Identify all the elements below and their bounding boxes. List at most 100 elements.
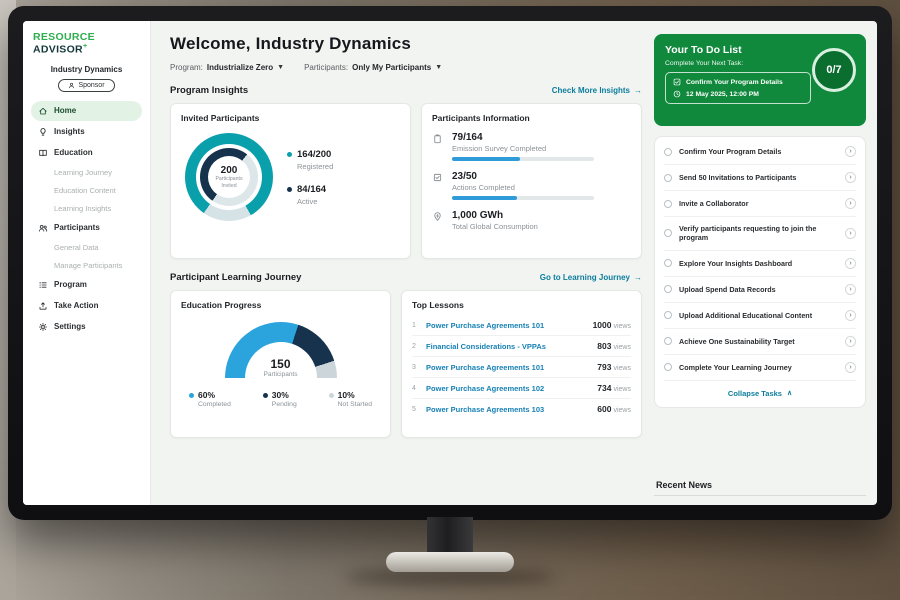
invited-donut-ring-inner: 200 Participants Invited <box>200 148 258 206</box>
chevron-right-icon[interactable]: › <box>845 228 856 239</box>
chevron-down-icon: ▼ <box>277 64 284 71</box>
chevron-right-icon[interactable]: › <box>845 198 856 209</box>
sidebar-item-participants[interactable]: Participants <box>31 218 142 238</box>
monitor-stand-neck <box>427 517 473 557</box>
chevron-right-icon[interactable]: › <box>845 172 856 183</box>
collapse-tasks-button[interactable]: Collapse Tasks ∧ <box>664 381 856 405</box>
education-gauge-chart: 150 Participants <box>225 322 337 378</box>
sidebar-item-label: Program <box>54 280 87 289</box>
task-row[interactable]: Upload Additional Educational Content › <box>664 303 856 329</box>
task-checkbox[interactable] <box>664 229 672 237</box>
sidebar-item-education[interactable]: Education <box>31 143 142 163</box>
task-row[interactable]: Invite a Collaborator › <box>664 191 856 217</box>
task-checkbox[interactable] <box>664 337 672 345</box>
lesson-row: 3 Power Purchase Agreements 101 793views <box>412 357 631 378</box>
sidebar-item-learning-insights[interactable]: Learning Insights <box>31 200 142 217</box>
lesson-title-link[interactable]: Power Purchase Agreements 101 <box>426 321 586 330</box>
stat-label: Total Global Consumption <box>452 222 538 231</box>
chevron-down-icon: ▼ <box>435 64 442 71</box>
donut-hole: 200 Participants Invited <box>196 144 262 210</box>
next-task-box[interactable]: Confirm Your Program Details 12 May 2025… <box>665 72 811 104</box>
go-to-learning-journey-link[interactable]: Go to Learning Journey → <box>540 273 642 282</box>
filters-row: Program: Industrialize Zero ▼ Participan… <box>170 63 642 72</box>
sidebar-item-manage-participants[interactable]: Manage Participants <box>31 257 142 274</box>
task-row[interactable]: Send 50 Invitations to Participants › <box>664 165 856 191</box>
task-row[interactable]: Explore Your Insights Dashboard › <box>664 251 856 277</box>
sidebar-item-program[interactable]: Program <box>31 275 142 295</box>
sidebar-item-take-action[interactable]: Take Action <box>31 296 142 316</box>
legend-label: Active <box>297 197 333 206</box>
task-checkbox[interactable] <box>664 174 672 182</box>
stat-label: Actions Completed <box>452 183 594 192</box>
sidebar-item-label: Participants <box>54 223 100 232</box>
sidebar-item-settings[interactable]: Settings <box>31 317 142 337</box>
task-label: Send 50 Invitations to Participants <box>679 173 838 182</box>
task-checkbox[interactable] <box>664 363 672 371</box>
sidebar-item-label: Education <box>54 148 93 157</box>
legend-item: 84/164 Active <box>287 184 333 206</box>
stat-value: 1,000 GWh <box>452 210 538 221</box>
legend-item: 10% Not Started <box>329 390 372 408</box>
sponsor-label: Sponsor <box>78 82 104 89</box>
chevron-right-icon[interactable]: › <box>845 284 856 295</box>
chevron-right-icon[interactable]: › <box>845 336 856 347</box>
lesson-title-link[interactable]: Power Purchase Agreements 102 <box>426 384 590 393</box>
card-title: Invited Participants <box>181 113 400 123</box>
lesson-row: 5 Power Purchase Agreements 103 600views <box>412 399 631 419</box>
energy-pin-icon <box>432 210 444 231</box>
lightbulb-icon <box>38 127 48 137</box>
task-row[interactable]: Complete Your Learning Journey › <box>664 355 856 381</box>
legend-item: 164/200 Registered <box>287 149 333 171</box>
sidebar-item-label: Home <box>54 106 76 115</box>
task-row[interactable]: Verify participants requesting to join t… <box>664 217 856 251</box>
task-checkbox[interactable] <box>664 285 672 293</box>
donut-center: 200 Participants Invited <box>208 156 250 198</box>
task-checkbox[interactable] <box>664 259 672 267</box>
person-icon <box>68 82 75 89</box>
education-progress-card: Education Progress 150 Participants 60 <box>170 290 391 438</box>
lesson-title-link[interactable]: Power Purchase Agreements 101 <box>426 363 590 372</box>
task-row[interactable]: Confirm Your Program Details › <box>664 139 856 165</box>
sidebar-item-learning-journey[interactable]: Learning Journey <box>31 164 142 181</box>
brand-secondary: ADVISOR <box>33 44 83 56</box>
check-more-insights-link[interactable]: Check More Insights → <box>552 86 642 95</box>
stat-label: Emission Survey Completed <box>452 144 594 153</box>
task-checkbox[interactable] <box>664 200 672 208</box>
task-label: Complete Your Learning Journey <box>679 363 838 372</box>
screen: RESOURCE ADVISOR+ Industry Dynamics Spon… <box>23 21 877 505</box>
sidebar-item-insights[interactable]: Insights <box>31 122 142 142</box>
program-insights-header: Program Insights Check More Insights → <box>170 85 642 96</box>
learning-journey-header: Participant Learning Journey Go to Learn… <box>170 272 642 283</box>
task-checkbox[interactable] <box>664 148 672 156</box>
donut-center-value: 200 <box>221 165 238 176</box>
sidebar-item-education-content[interactable]: Education Content <box>31 182 142 199</box>
org-name: Industry Dynamics <box>31 65 142 74</box>
link-label: Check More Insights <box>552 86 630 95</box>
chevron-right-icon[interactable]: › <box>845 362 856 373</box>
sidebar-item-label: Take Action <box>54 301 98 310</box>
brand-primary: RESOURCE <box>33 31 95 43</box>
lesson-title-link[interactable]: Power Purchase Agreements 103 <box>426 405 590 414</box>
task-row[interactable]: Achieve One Sustainability Target › <box>664 329 856 355</box>
participants-information-card: Participants Information 79/164 Emission… <box>421 103 642 259</box>
upload-icon <box>38 301 48 311</box>
legend-value: 10% <box>338 390 355 400</box>
stat-value: 79/164 <box>452 132 594 143</box>
legend-value: 164/200 <box>297 149 331 160</box>
chevron-right-icon[interactable]: › <box>845 146 856 157</box>
sidebar-item-label: Insights <box>54 127 85 136</box>
sidebar-item-home[interactable]: Home <box>31 101 142 121</box>
task-row[interactable]: Upload Spend Data Records › <box>664 277 856 303</box>
main-content: Welcome, Industry Dynamics Program: Indu… <box>151 21 877 505</box>
lesson-title-link[interactable]: Financial Considerations - VPPAs <box>426 342 590 351</box>
invited-participants-card: Invited Participants 200 Participants In… <box>170 103 411 259</box>
participants-select[interactable]: Participants: Only My Participants ▼ <box>304 63 442 72</box>
task-checkbox[interactable] <box>664 311 672 319</box>
lesson-rank: 1 <box>412 322 419 329</box>
chevron-right-icon[interactable]: › <box>845 258 856 269</box>
chevron-right-icon[interactable]: › <box>845 310 856 321</box>
task-list-card: Confirm Your Program Details › Send 50 I… <box>654 136 866 408</box>
program-select[interactable]: Program: Industrialize Zero ▼ <box>170 63 284 72</box>
sidebar-item-general-data[interactable]: General Data <box>31 239 142 256</box>
lesson-rank: 3 <box>412 364 419 371</box>
